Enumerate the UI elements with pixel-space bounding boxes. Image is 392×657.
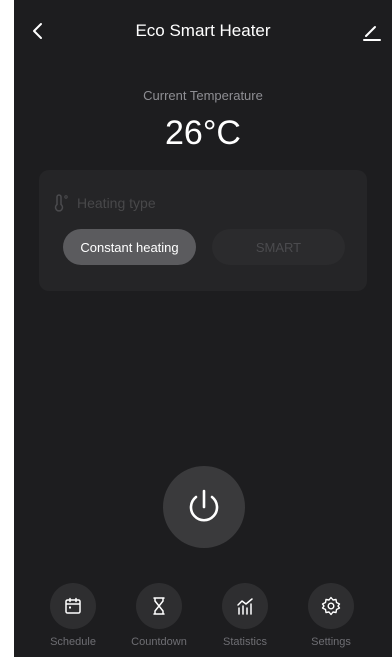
chart-icon — [237, 598, 253, 615]
nav-statistics-label: Statistics — [222, 636, 267, 648]
nav-statistics[interactable]: Statistics — [207, 583, 283, 648]
edit-button[interactable] — [358, 18, 386, 46]
nav-schedule-label: Schedule — [50, 636, 96, 648]
page-title: Eco Smart Heater — [135, 21, 271, 40]
power-icon — [189, 489, 219, 522]
hourglass-icon — [153, 597, 165, 615]
smart-button[interactable]: SMART — [212, 229, 345, 265]
constant-heating-button[interactable]: Constant heating — [63, 229, 196, 265]
power-button[interactable] — [163, 466, 245, 548]
nav-countdown-label: Countdown — [131, 636, 187, 648]
nav-settings[interactable]: Settings — [293, 583, 369, 648]
heating-type-header: Heating type — [53, 194, 156, 212]
heater-screen: Eco Smart Heater Current Temperature 26°… — [14, 0, 392, 657]
nav-settings-label: Settings — [311, 636, 351, 648]
calendar-icon — [65, 597, 81, 614]
heating-type-card: Heating type Constant heating SMART — [39, 170, 367, 291]
edit-icon — [363, 26, 381, 41]
heating-type-title: Heating type — [77, 195, 156, 211]
thermometer-icon — [54, 194, 68, 212]
current-temperature-label: Current Temperature — [143, 88, 263, 103]
gear-icon — [321, 596, 341, 616]
nav-schedule-icon-wrap — [50, 583, 96, 629]
nav-schedule[interactable]: Schedule — [35, 583, 111, 648]
nav-settings-icon-wrap — [308, 583, 354, 629]
nav-statistics-icon-wrap — [222, 583, 268, 629]
current-temperature-value: 26°C — [165, 114, 241, 152]
nav-countdown[interactable]: Countdown — [121, 583, 197, 648]
nav-countdown-icon-wrap — [136, 583, 182, 629]
